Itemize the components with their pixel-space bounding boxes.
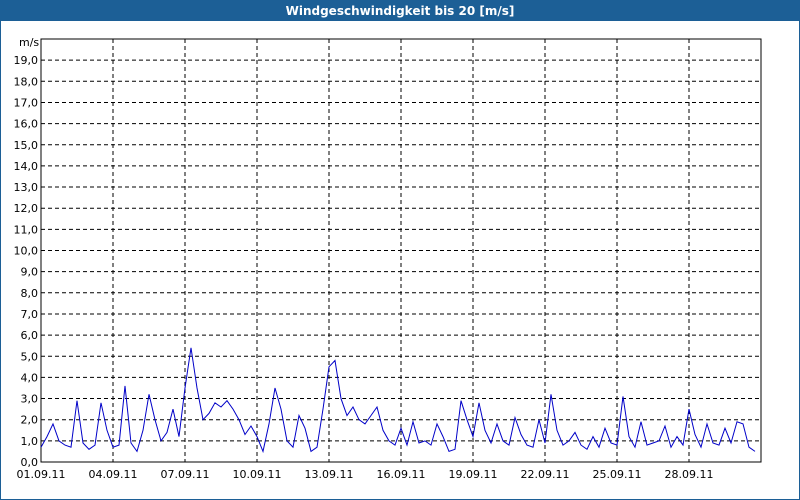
x-tick-label: 07.09.11: [161, 468, 210, 481]
y-tick-label: 15,0: [14, 139, 39, 152]
y-tick-label: 5,0: [21, 350, 39, 363]
x-tick-label: 16.09.11: [377, 468, 426, 481]
y-tick-label: 19,0: [14, 54, 39, 67]
y-tick-label: 17,0: [14, 96, 39, 109]
y-tick-label: 0,0: [21, 456, 39, 469]
wind-speed-line: [40, 347, 756, 454]
x-tick-label: 19.09.11: [449, 468, 498, 481]
chart-window: Windgeschwindigkeit bis 20 [m/s] 01.09.1…: [0, 0, 800, 500]
x-tick-label: 22.09.11: [521, 468, 570, 481]
x-tick-label: 13.09.11: [305, 468, 354, 481]
x-tick-label: 28.09.11: [665, 468, 714, 481]
x-tick-label: 25.09.11: [593, 468, 642, 481]
y-tick-label: 12,0: [14, 202, 39, 215]
wind-speed-chart: 01.09.11 04.09.11 07.09.11 10.09.11 13.09.11…: [14, 36, 762, 481]
y-tick-label: 10,0: [14, 245, 39, 258]
y-tick-label: 9,0: [21, 266, 39, 279]
y-tick-label: 6,0: [21, 329, 39, 342]
grid: [41, 39, 761, 462]
y-axis-ticks: 0,0 1,0 2,0 3,0 4,0 5,0 6,0 7,0 8,0 9,0 10,0 11,0 12…: [14, 54, 39, 469]
y-tick-label: 8,0: [21, 287, 39, 300]
x-tick-label: 04.09.11: [89, 468, 138, 481]
y-tick-label: 3,0: [21, 393, 39, 406]
y-axis-label: m/s: [19, 36, 39, 49]
y-tick-label: 16,0: [14, 118, 39, 131]
y-tick-label: 4,0: [21, 371, 39, 384]
y-tick-label: 18,0: [14, 75, 39, 88]
y-tick-label: 1,0: [21, 435, 39, 448]
x-axis-ticks: 01.09.11 04.09.11 07.09.11 10.09.11 13.09.11…: [17, 468, 714, 481]
y-tick-label: 2,0: [21, 414, 39, 427]
series: [40, 347, 756, 454]
x-tick-label: 01.09.11: [17, 468, 66, 481]
x-tick-label: 10.09.11: [233, 468, 282, 481]
window-title: Windgeschwindigkeit bis 20 [m/s]: [1, 1, 799, 21]
y-tick-label: 14,0: [14, 160, 39, 173]
y-tick-label: 7,0: [21, 308, 39, 321]
y-tick-label: 11,0: [14, 223, 39, 236]
y-tick-label: 13,0: [14, 181, 39, 194]
